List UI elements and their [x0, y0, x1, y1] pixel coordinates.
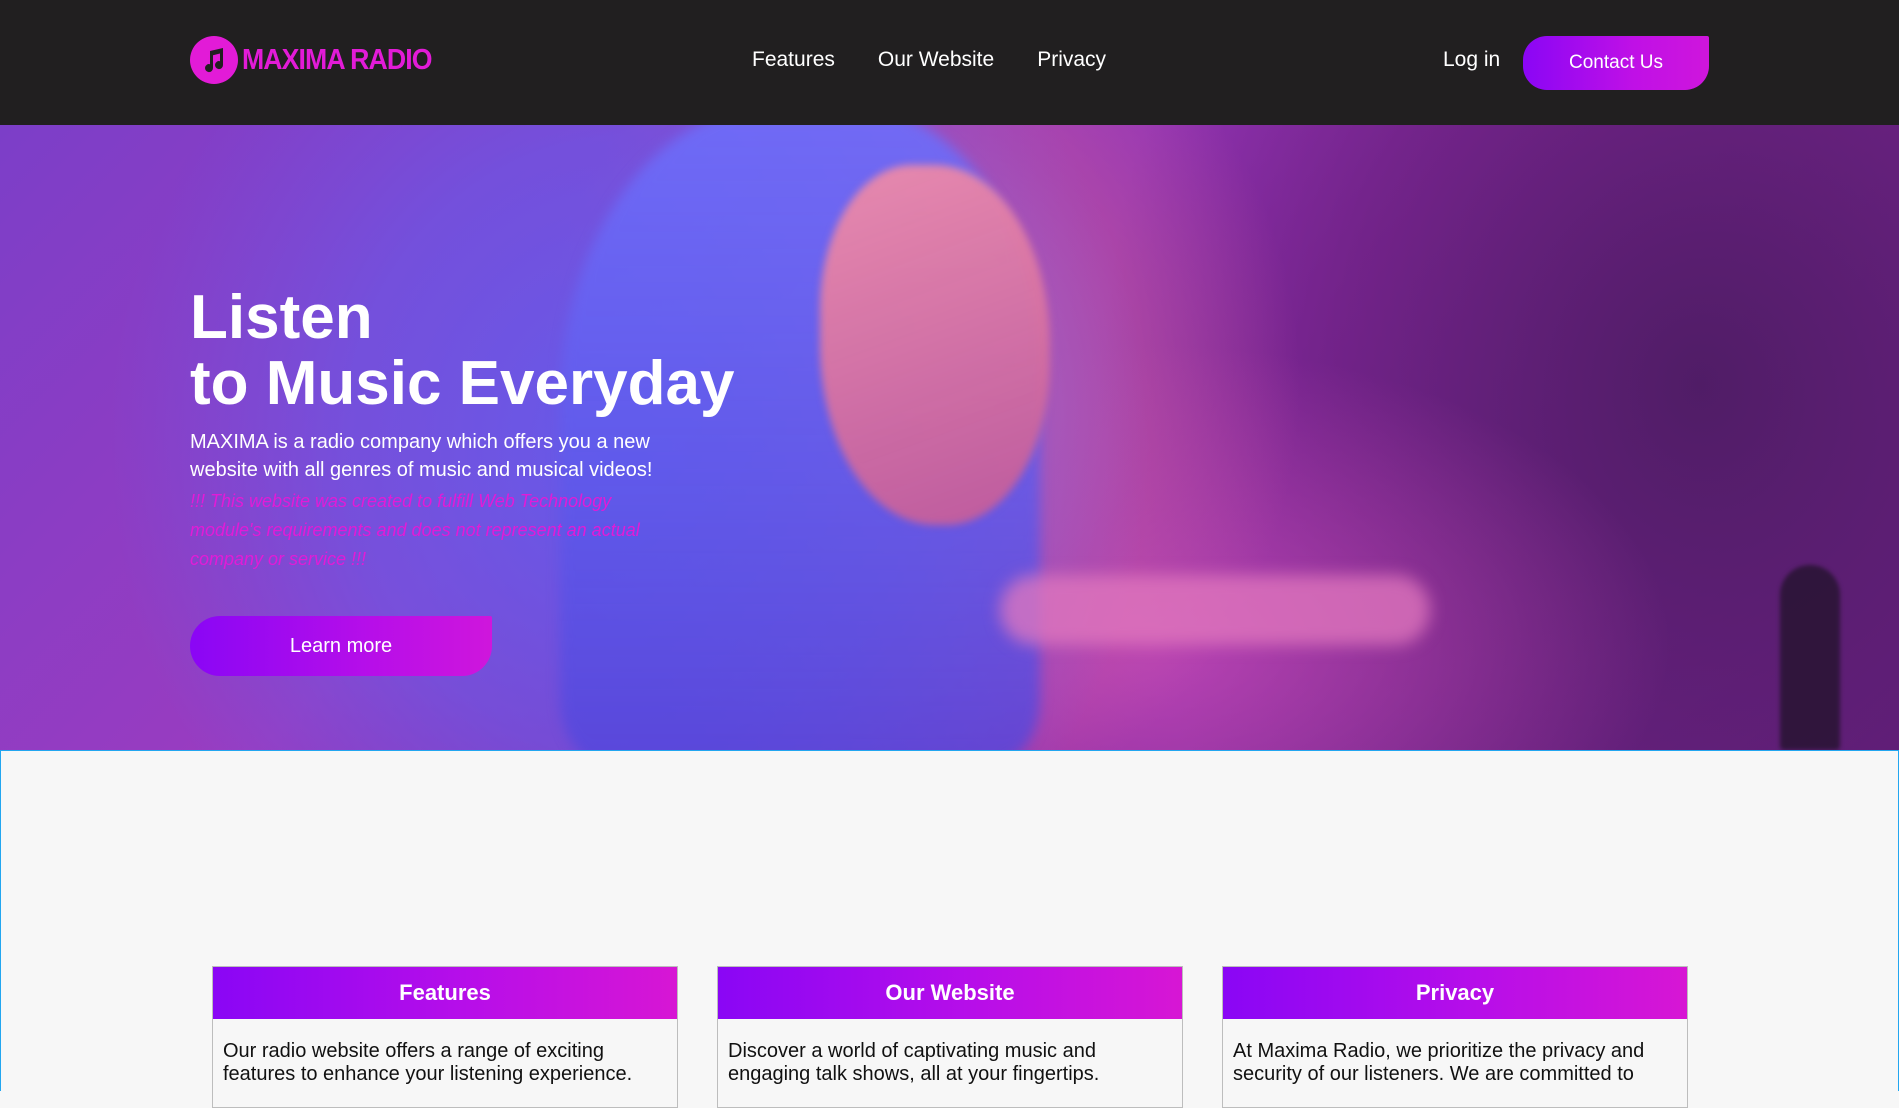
card-title: Privacy	[1223, 967, 1687, 1019]
card-features: Features Our radio website offers a rang…	[212, 966, 678, 1108]
nav-link-features[interactable]: Features	[752, 48, 835, 72]
card-title: Our Website	[718, 967, 1182, 1019]
main-nav: Features Our Website Privacy	[752, 48, 1149, 72]
hero-description: MAXIMA is a radio company which offers y…	[190, 431, 653, 481]
card-privacy: Privacy At Maxima Radio, we prioritize t…	[1222, 966, 1688, 1108]
info-section: Features Our radio website offers a rang…	[0, 750, 1899, 1108]
hero-title: Listen to Music Everyday	[190, 285, 734, 417]
hero-image-hand	[1000, 575, 1430, 645]
hero-title-line-2: to Music Everyday	[190, 349, 735, 418]
brand-name: MAXIMA RADIO	[242, 43, 432, 76]
music-note-icon	[190, 36, 238, 84]
hero-title-line-1: Listen	[190, 283, 373, 352]
top-navbar: MAXIMA RADIO Features Our Website Privac…	[0, 0, 1899, 125]
hero-disclaimer: !!! This website was created to fulfill …	[190, 491, 640, 569]
hero-image-figure	[1780, 565, 1840, 750]
card-title: Features	[213, 967, 677, 1019]
nav-link-privacy[interactable]: Privacy	[1037, 48, 1106, 72]
card-text: Discover a world of captivating music an…	[728, 1040, 1100, 1085]
nav-link-our-website[interactable]: Our Website	[878, 48, 994, 72]
hero-image-face	[820, 165, 1050, 525]
brand-logo[interactable]: MAXIMA RADIO	[190, 36, 448, 84]
card-text: Our radio website offers a range of exci…	[223, 1040, 633, 1085]
login-link[interactable]: Log in	[1443, 48, 1500, 72]
card-our-website: Our Website Discover a world of captivat…	[717, 966, 1183, 1108]
learn-more-button[interactable]: Learn more	[190, 616, 492, 676]
card-text: At Maxima Radio, we prioritize the priva…	[1233, 1040, 1645, 1085]
hero-banner: Listen to Music Everyday MAXIMA is a rad…	[0, 125, 1899, 750]
contact-us-button[interactable]: Contact Us	[1523, 36, 1709, 90]
